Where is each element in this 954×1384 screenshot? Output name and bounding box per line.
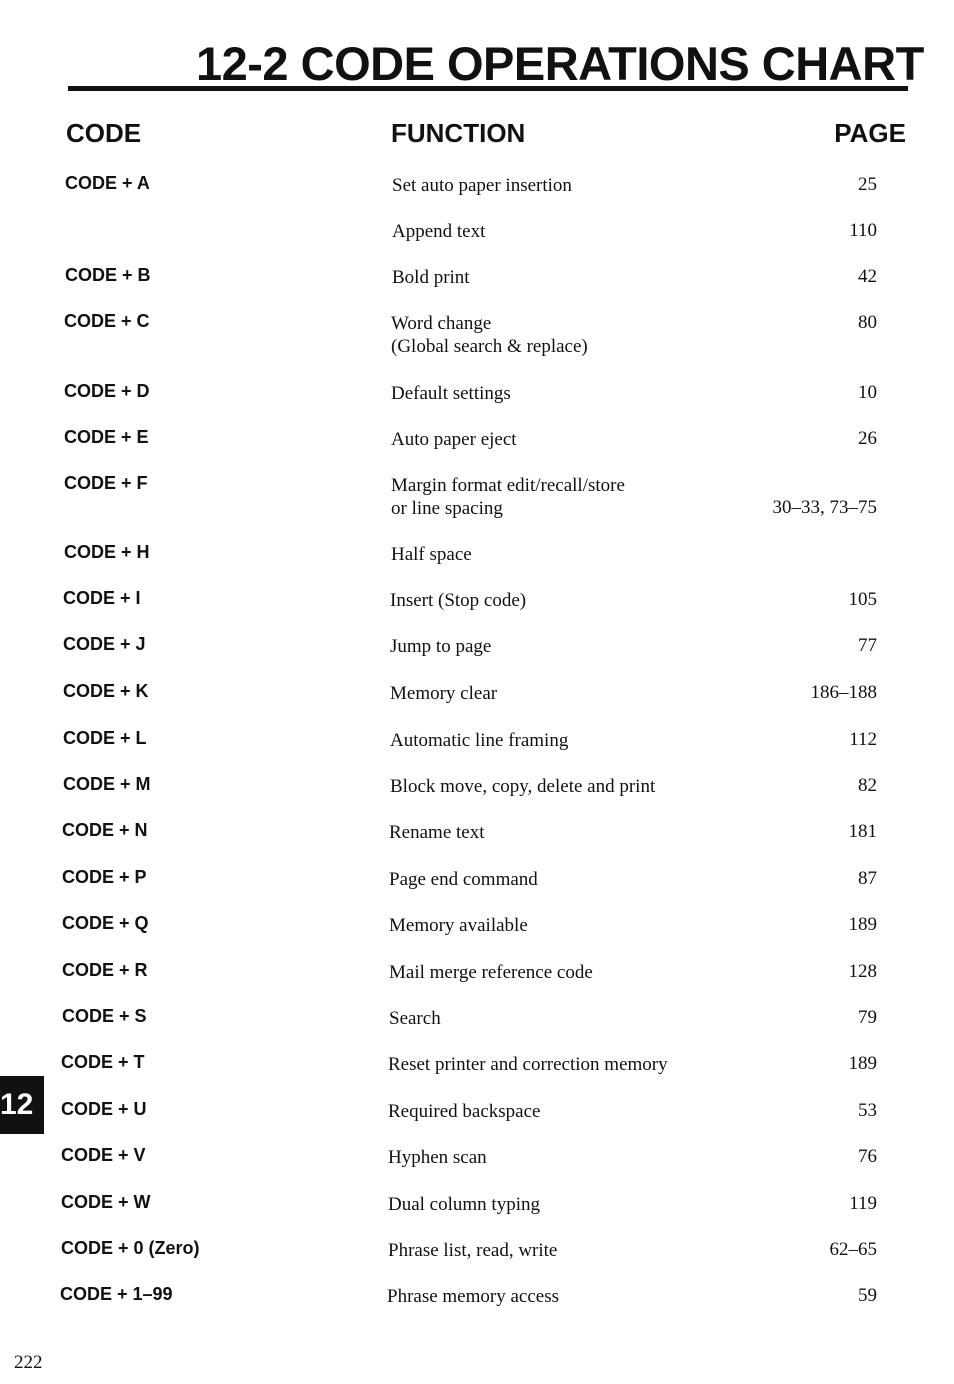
column-header-code: CODE (66, 118, 142, 148)
function-cell: Required backspace (388, 1101, 541, 1122)
code-cell: CODE + Q (62, 913, 149, 933)
code-cell: CODE + I (63, 588, 141, 608)
function-cell: Page end command (389, 869, 538, 890)
page-cell: 10 (858, 382, 877, 403)
code-cell: CODE + 1–99 (60, 1284, 173, 1304)
function-cell: Memory available (389, 915, 528, 936)
code-cell: CODE + N (62, 820, 148, 840)
page-cell: 119 (849, 1193, 877, 1214)
code-cell: CODE + D (64, 381, 150, 401)
page-cell: 189 (848, 914, 878, 935)
code-cell: CODE + C (64, 311, 150, 331)
page-cell: 30–33, 73–75 (772, 497, 878, 518)
code-cell: CODE + K (63, 681, 149, 701)
page-cell: 79 (858, 1007, 877, 1028)
function-cell: Phrase memory access (387, 1286, 559, 1307)
page-cell: 112 (849, 729, 877, 750)
code-cell: CODE + L (63, 728, 147, 748)
function-cell: Auto paper eject (391, 429, 517, 450)
function-cell: Bold print (392, 267, 470, 288)
function-cell: Reset printer and correction memory (388, 1054, 668, 1075)
page-cell: 87 (858, 868, 877, 889)
chapter-tab: 12 (0, 1076, 44, 1134)
page-cell: 53 (858, 1100, 877, 1121)
code-cell: CODE + 0 (Zero) (61, 1238, 200, 1258)
column-header-function: FUNCTION (391, 118, 526, 148)
page-cell: 76 (858, 1146, 877, 1167)
page-cell: 105 (848, 589, 878, 610)
function-cell: Jump to page (390, 636, 492, 657)
page-cell: 82 (858, 775, 877, 796)
page-title: 12-2 CODE OPERATIONS CHART (196, 37, 924, 90)
code-cell: CODE + S (62, 1006, 147, 1026)
title-rule (68, 86, 908, 91)
page-number: 222 (14, 1352, 43, 1373)
page-cell: 42 (858, 266, 877, 287)
page-cell: 77 (858, 635, 877, 656)
function-cell: Block move, copy, delete and print (390, 776, 656, 797)
function-cell: Dual column typing (388, 1194, 540, 1215)
function-cell: Memory clear (390, 683, 498, 704)
function-cell: Append text (392, 221, 486, 242)
code-cell: CODE + B (65, 265, 151, 285)
page-cell: 25 (858, 174, 877, 195)
function-cell: Automatic line framing (390, 730, 569, 751)
page-cell: 128 (848, 961, 878, 982)
code-cell: CODE + V (61, 1145, 146, 1165)
function-cell: Word change (Global search & replace) (391, 313, 588, 357)
page-cell: 62–65 (829, 1239, 878, 1260)
function-cell: Search (389, 1008, 441, 1029)
page-cell: 186–188 (810, 682, 878, 703)
function-cell: Hyphen scan (388, 1147, 487, 1168)
page-cell: 110 (849, 220, 877, 241)
code-cell: CODE + F (64, 473, 148, 493)
function-cell: Half space (391, 544, 472, 565)
function-cell: Margin format edit/recall/store or line … (391, 475, 625, 519)
page-cell: 59 (858, 1285, 877, 1306)
page-cell: 189 (848, 1053, 878, 1074)
code-cell: CODE + E (64, 427, 149, 447)
code-cell: CODE + W (61, 1192, 151, 1212)
column-header-page: PAGE (834, 118, 906, 148)
code-cell: CODE + U (61, 1099, 147, 1119)
code-cell: CODE + A (65, 173, 150, 193)
page-cell: 181 (848, 821, 878, 842)
code-cell: CODE + R (62, 960, 148, 980)
code-cell: CODE + J (63, 634, 146, 654)
function-cell: Default settings (391, 383, 511, 404)
page-cell: 80 (858, 312, 877, 333)
code-cell: CODE + H (64, 542, 150, 562)
function-cell: Rename text (389, 822, 485, 843)
page-cell: 26 (858, 428, 877, 449)
code-cell: CODE + P (62, 867, 147, 887)
code-cell: CODE + M (63, 774, 151, 794)
function-cell: Set auto paper insertion (392, 175, 572, 196)
function-cell: Phrase list, read, write (388, 1240, 558, 1261)
function-cell: Insert (Stop code) (390, 590, 527, 611)
function-cell: Mail merge reference code (389, 962, 593, 983)
code-cell: CODE + T (61, 1052, 145, 1072)
